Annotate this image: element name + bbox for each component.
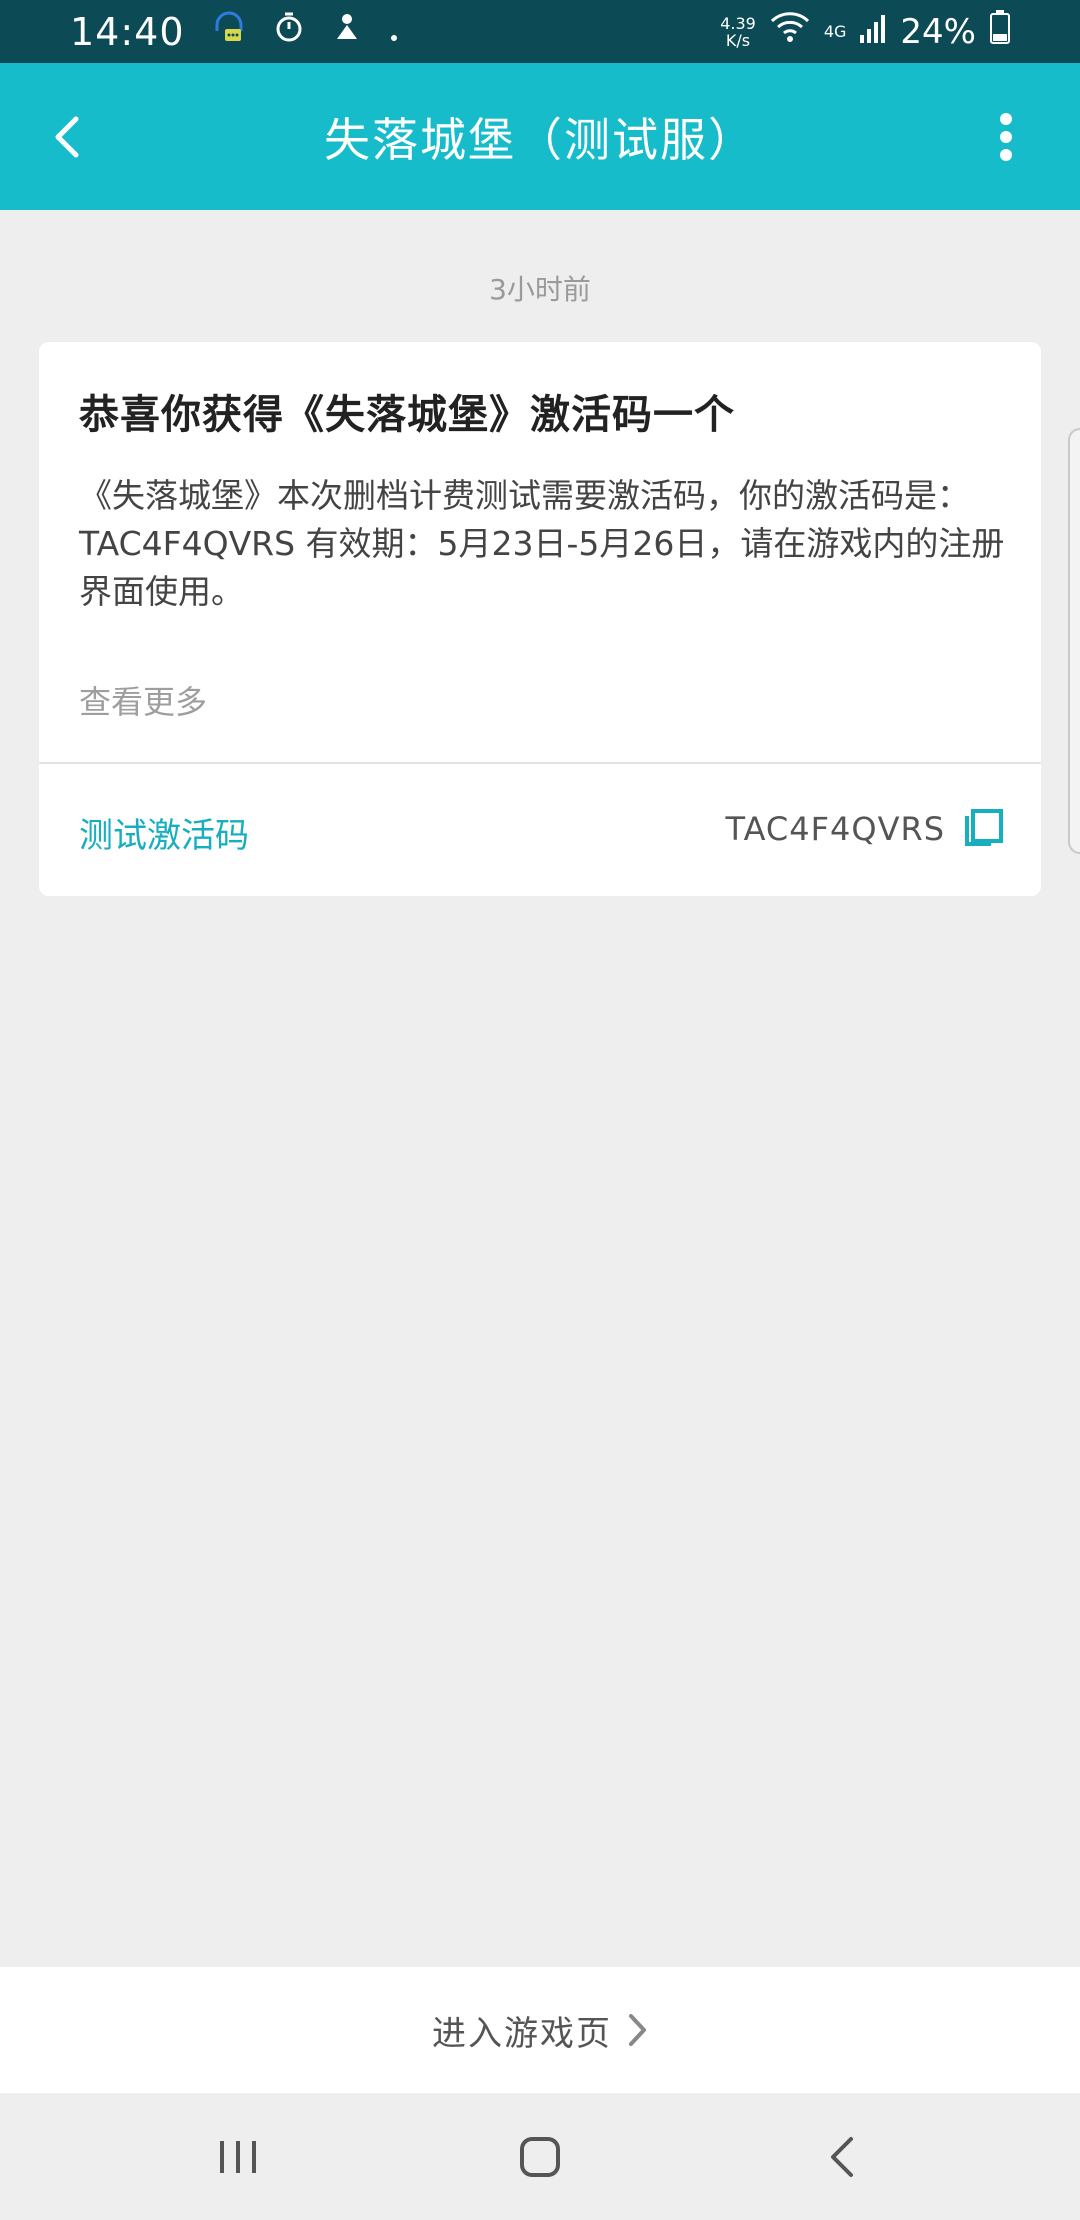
- message-title: 恭喜你获得《失落城堡》激活码一个: [79, 392, 735, 438]
- copy-icon: [965, 809, 1003, 846]
- activation-code-label: 测试激活码: [79, 816, 249, 856]
- home-button[interactable]: [510, 2127, 570, 2187]
- network-speed: 4.39 K/s: [720, 15, 756, 49]
- network-type: 4G: [823, 22, 847, 41]
- timer-icon: [273, 11, 305, 52]
- message-card: 恭喜你获得《失落城堡》激活码一个 《失落城堡》本次删档计费测试需要激活码，你的激…: [39, 342, 1041, 896]
- notification-dot-icon: [389, 11, 399, 52]
- headset-notification-icon: [211, 9, 247, 54]
- activation-code-value: TAC4F4QVRS: [725, 810, 945, 848]
- recent-apps-icon: [220, 2141, 256, 2173]
- recent-apps-button[interactable]: [208, 2127, 268, 2187]
- enter-game-page-button[interactable]: 进入游戏页: [0, 1967, 1080, 2093]
- copy-button[interactable]: [961, 808, 1005, 852]
- view-more-link[interactable]: 查看更多: [79, 677, 207, 723]
- system-back-button[interactable]: [812, 2127, 872, 2187]
- back-arrow-icon: [55, 116, 79, 158]
- network-speed-unit: K/s: [725, 30, 751, 50]
- card-divider: [39, 762, 1041, 764]
- message-body: 《失落城堡》本次删档计费测试需要激活码，你的激活码是：TAC4F4QVRS 有效…: [79, 476, 1005, 611]
- app-notification-icon: [331, 11, 363, 52]
- enter-game-page-label: 进入游戏页: [432, 2013, 612, 2054]
- app-bar: 失落城堡（测试服）: [0, 63, 1080, 210]
- chevron-right-icon: [629, 2014, 646, 2046]
- battery-icon: [990, 10, 1010, 53]
- system-back-icon: [831, 2137, 853, 2177]
- home-icon: [520, 2137, 560, 2177]
- status-time: 14:40: [70, 9, 185, 54]
- edge-panel-handle[interactable]: [1068, 428, 1080, 854]
- network-speed-value: 4.39: [720, 13, 756, 33]
- wifi-icon: [770, 11, 810, 52]
- system-nav-bar: [0, 2093, 1080, 2220]
- page-title: 失落城堡（测试服）: [324, 112, 756, 167]
- more-options-button[interactable]: [976, 107, 1036, 167]
- more-vertical-icon: [1000, 113, 1012, 161]
- back-button[interactable]: [38, 107, 98, 167]
- signal-icon: [860, 11, 886, 52]
- battery-percent: 24%: [900, 11, 976, 52]
- message-time: 3小时前: [489, 273, 591, 306]
- status-bar: 14:40 4.39 K/s 4G 24%: [0, 0, 1080, 63]
